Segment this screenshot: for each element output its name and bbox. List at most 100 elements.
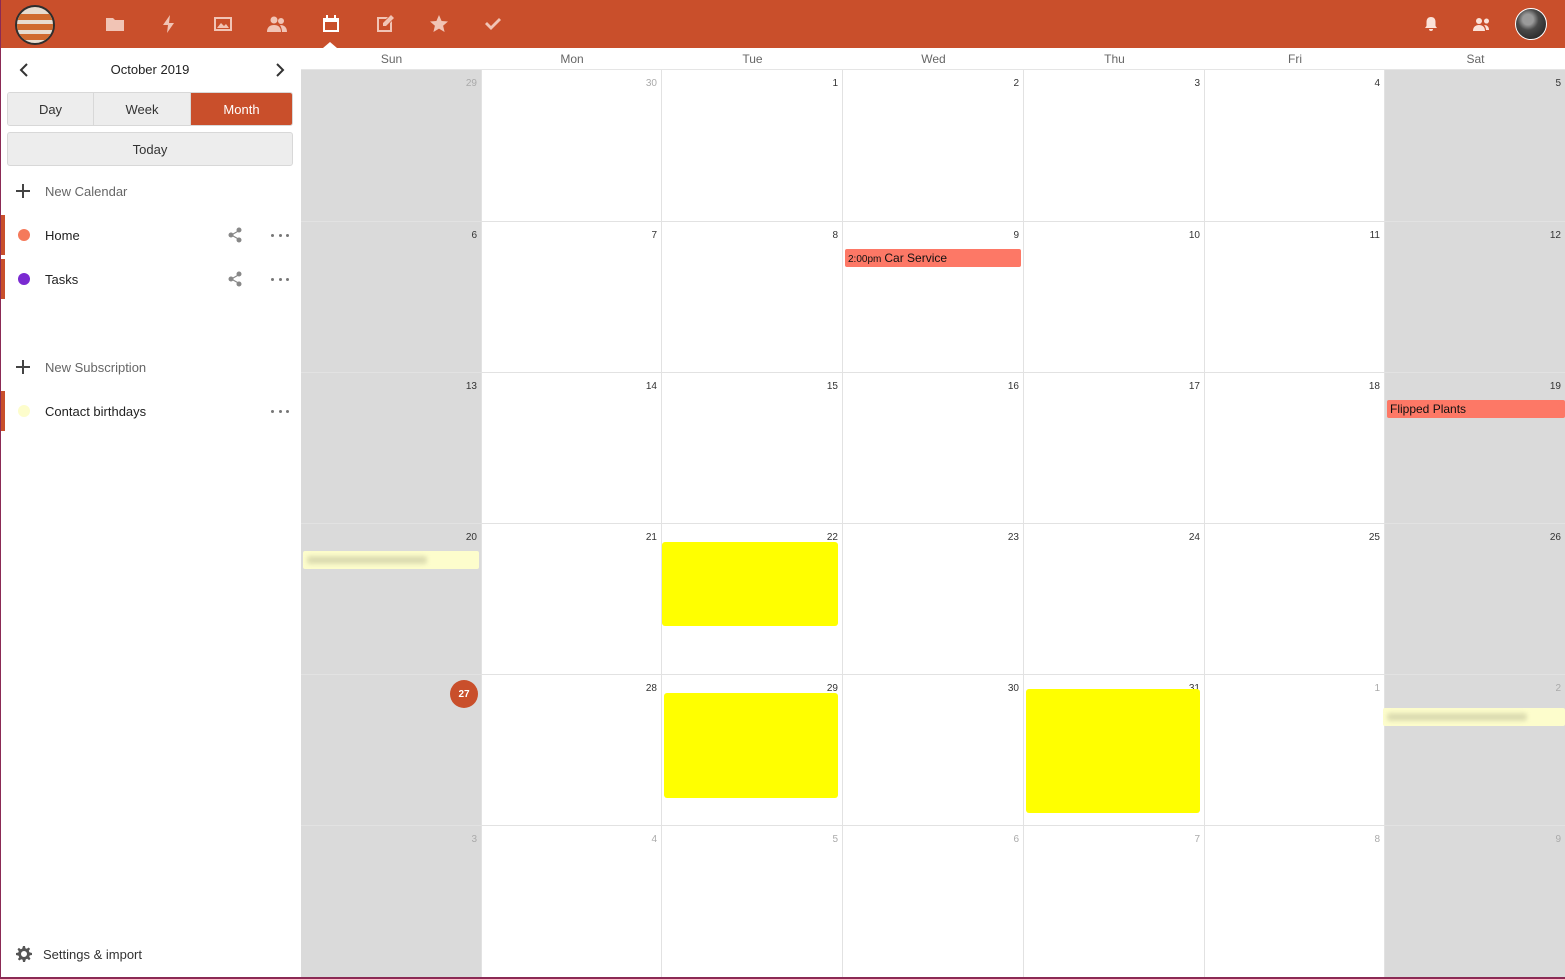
day-cell[interactable]: 28 (482, 675, 662, 826)
day-number[interactable]: 12 (1550, 230, 1561, 241)
day-cell[interactable]: 1 (1205, 675, 1385, 826)
day-number[interactable]: 5 (832, 834, 838, 845)
day-cell[interactable]: 6 (301, 222, 482, 373)
day-cell[interactable]: 27 (301, 675, 482, 826)
activity-icon[interactable] (157, 12, 181, 36)
photos-icon[interactable] (211, 12, 235, 36)
day-number[interactable]: 4 (651, 834, 657, 845)
event-car-service[interactable]: 2:00pm Car Service (845, 249, 1021, 267)
day-cell[interactable]: 6 (843, 826, 1024, 977)
day-number[interactable]: 8 (1374, 834, 1380, 845)
day-cell[interactable]: 5 (1385, 70, 1565, 222)
app-logo[interactable] (15, 5, 55, 45)
day-cell[interactable]: 25 (1205, 524, 1385, 675)
day-cell[interactable]: 23 (843, 524, 1024, 675)
day-cell[interactable]: 8 (662, 222, 843, 373)
day-cell[interactable]: 19 Flipped Plants (1385, 373, 1565, 524)
more-options-icon[interactable] (271, 403, 289, 419)
day-number[interactable]: 8 (832, 230, 838, 241)
event-birthday[interactable] (1383, 708, 1565, 726)
day-number[interactable]: 30 (1008, 683, 1019, 694)
event-flipped-plants[interactable]: Flipped Plants (1387, 400, 1565, 418)
day-number[interactable]: 2 (1555, 683, 1561, 694)
previous-month-chevron-icon[interactable] (15, 60, 35, 80)
day-cell[interactable]: 2 (1383, 675, 1565, 826)
day-cell[interactable]: 10 (1024, 222, 1205, 373)
day-number[interactable]: 23 (1008, 532, 1019, 543)
day-cell[interactable]: 3 (1024, 70, 1205, 222)
day-number[interactable]: 21 (646, 532, 657, 543)
redacted-event[interactable] (662, 542, 838, 626)
day-cell[interactable]: 14 (482, 373, 662, 524)
day-number[interactable]: 26 (1550, 532, 1561, 543)
day-cell[interactable]: 29 (301, 70, 482, 222)
next-month-chevron-icon[interactable] (269, 60, 289, 80)
day-cell[interactable]: 13 (301, 373, 482, 524)
day-cell[interactable]: 9 (1385, 826, 1565, 977)
day-cell[interactable]: 2 (843, 70, 1024, 222)
day-number[interactable]: 14 (646, 381, 657, 392)
tasks-icon[interactable] (481, 12, 505, 36)
day-cell[interactable]: 16 (843, 373, 1024, 524)
new-calendar-button[interactable]: New Calendar (1, 171, 301, 211)
share-icon[interactable] (227, 271, 243, 287)
day-number[interactable]: 19 (1550, 381, 1561, 392)
day-cell[interactable]: 9 2:00pm Car Service (843, 222, 1024, 373)
notifications-icon[interactable] (1419, 12, 1443, 36)
day-cell[interactable]: 7 (482, 222, 662, 373)
new-subscription-button[interactable]: New Subscription (1, 347, 301, 387)
day-cell[interactable]: 29 (662, 675, 843, 826)
calendar-color-dot[interactable] (18, 229, 30, 241)
day-number[interactable]: 5 (1555, 78, 1561, 89)
more-options-icon[interactable] (271, 227, 289, 243)
day-cell[interactable]: 30 (482, 70, 662, 222)
day-cell[interactable]: 1 (662, 70, 843, 222)
day-cell[interactable]: 18 (1205, 373, 1385, 524)
day-cell[interactable]: 20 (301, 524, 482, 675)
day-cell[interactable]: 12 (1385, 222, 1565, 373)
more-options-icon[interactable] (271, 271, 289, 287)
day-number[interactable]: 16 (1008, 381, 1019, 392)
day-number[interactable]: 20 (466, 532, 477, 543)
current-month-label[interactable]: October 2019 (67, 62, 233, 77)
calendar-item-tasks[interactable]: Tasks (1, 259, 301, 299)
day-number[interactable]: 7 (1194, 834, 1200, 845)
share-icon[interactable] (227, 227, 243, 243)
day-cell[interactable]: 30 (843, 675, 1024, 826)
day-number[interactable]: 30 (646, 78, 657, 89)
day-number[interactable]: 4 (1374, 78, 1380, 89)
day-number[interactable]: 6 (1013, 834, 1019, 845)
day-number[interactable]: 3 (471, 834, 477, 845)
day-number[interactable]: 17 (1189, 381, 1200, 392)
day-cell[interactable]: 5 (662, 826, 843, 977)
day-cell[interactable]: 11 (1205, 222, 1385, 373)
day-cell[interactable]: 7 (1024, 826, 1205, 977)
day-number[interactable]: 18 (1369, 381, 1380, 392)
day-number[interactable]: 1 (832, 78, 838, 89)
day-number[interactable]: 2 (1013, 78, 1019, 89)
day-number[interactable]: 28 (646, 683, 657, 694)
day-number[interactable]: 10 (1189, 230, 1200, 241)
day-number[interactable]: 15 (827, 381, 838, 392)
day-cell[interactable]: 8 (1205, 826, 1385, 977)
day-cell[interactable]: 21 (482, 524, 662, 675)
day-number[interactable]: 25 (1369, 532, 1380, 543)
day-view-button[interactable]: Day (8, 93, 94, 125)
day-cell[interactable]: 24 (1024, 524, 1205, 675)
bookmarks-icon[interactable] (427, 12, 451, 36)
week-view-button[interactable]: Week (94, 93, 191, 125)
day-number[interactable]: 24 (1189, 532, 1200, 543)
calendar-color-dot[interactable] (18, 273, 30, 285)
day-number[interactable]: 1 (1374, 683, 1380, 694)
day-cell[interactable]: 31 (1024, 675, 1205, 826)
month-view-button[interactable]: Month (191, 93, 292, 125)
day-number[interactable]: 29 (466, 78, 477, 89)
day-number[interactable]: 9 (1013, 230, 1019, 241)
day-cell[interactable]: 26 (1385, 524, 1565, 675)
subscription-item-contact-birthdays[interactable]: Contact birthdays (1, 391, 301, 431)
notes-icon[interactable] (373, 12, 397, 36)
settings-import-button[interactable]: Settings & import (1, 936, 301, 972)
redacted-event[interactable] (664, 693, 838, 798)
contacts-icon[interactable] (265, 12, 289, 36)
day-cell[interactable]: 17 (1024, 373, 1205, 524)
